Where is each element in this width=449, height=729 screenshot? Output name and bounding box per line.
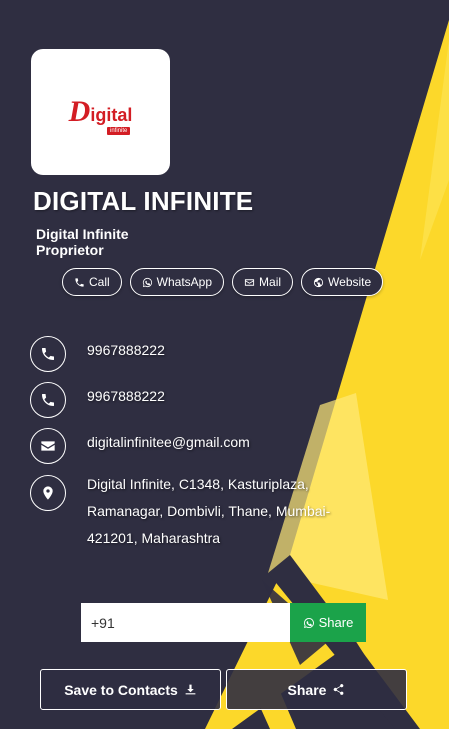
page-title: DIGITAL INFINITE [33,186,254,216]
whatsapp-share-form: Share [81,603,366,642]
logo-subtext: infinite [107,127,131,135]
call-label: Call [89,275,110,289]
website-button[interactable]: Website [301,268,384,296]
globe-icon [313,277,324,287]
mail-button[interactable]: Mail [232,268,294,296]
call-button[interactable]: Call [62,268,122,296]
share-button[interactable]: Share [226,669,407,710]
download-icon [185,684,196,695]
phone-input[interactable] [81,603,290,642]
share-nodes-icon [334,684,344,695]
email-circle [30,428,66,464]
whatsapp-icon [303,617,314,628]
share-label: Share [287,681,327,698]
map-marker-icon [43,486,53,500]
whatsapp-label: WhatsApp [156,275,213,289]
email-address[interactable]: digitalinfinitee@gmail.com [87,434,250,450]
phone-number-2[interactable]: 9967888222 [87,388,165,404]
phone-row-1[interactable]: 9967888222 [30,336,165,372]
email-row[interactable]: digitalinfinitee@gmail.com [30,428,250,464]
save-to-contacts-label: Save to Contacts [64,681,178,698]
phone-circle [30,336,66,372]
phone-icon [75,277,84,287]
phone-icon [42,348,54,360]
save-to-contacts-button[interactable]: Save to Contacts [40,669,221,710]
logo-text: igital [90,105,133,125]
logo-card: D igital infinite [31,49,170,175]
whatsapp-icon [142,277,152,287]
phone-icon [42,394,54,406]
mail-label: Mail [259,275,282,289]
company-name: Digital Infinite [36,226,129,242]
address-row[interactable]: Digital Infinite, C1348, Kasturiplaza, R… [30,475,367,552]
whatsapp-share-button[interactable]: Share [290,603,366,642]
phone-number-1[interactable]: 9967888222 [87,342,165,358]
action-pills: Call WhatsApp Mail Website [62,268,384,296]
phone-row-2[interactable]: 9967888222 [30,382,165,418]
company-logo: D igital infinite [68,95,133,135]
envelope-icon [244,278,255,286]
logo-letter: D [68,95,91,128]
envelope-icon [41,441,55,451]
phone-circle [30,382,66,418]
location-circle [30,475,66,511]
whatsapp-button[interactable]: WhatsApp [129,268,225,296]
whatsapp-share-label: Share [318,615,354,630]
address-text[interactable]: Digital Infinite, C1348, Kasturiplaza, R… [87,471,367,552]
role-title: Proprietor [36,242,104,258]
website-label: Website [328,275,372,289]
